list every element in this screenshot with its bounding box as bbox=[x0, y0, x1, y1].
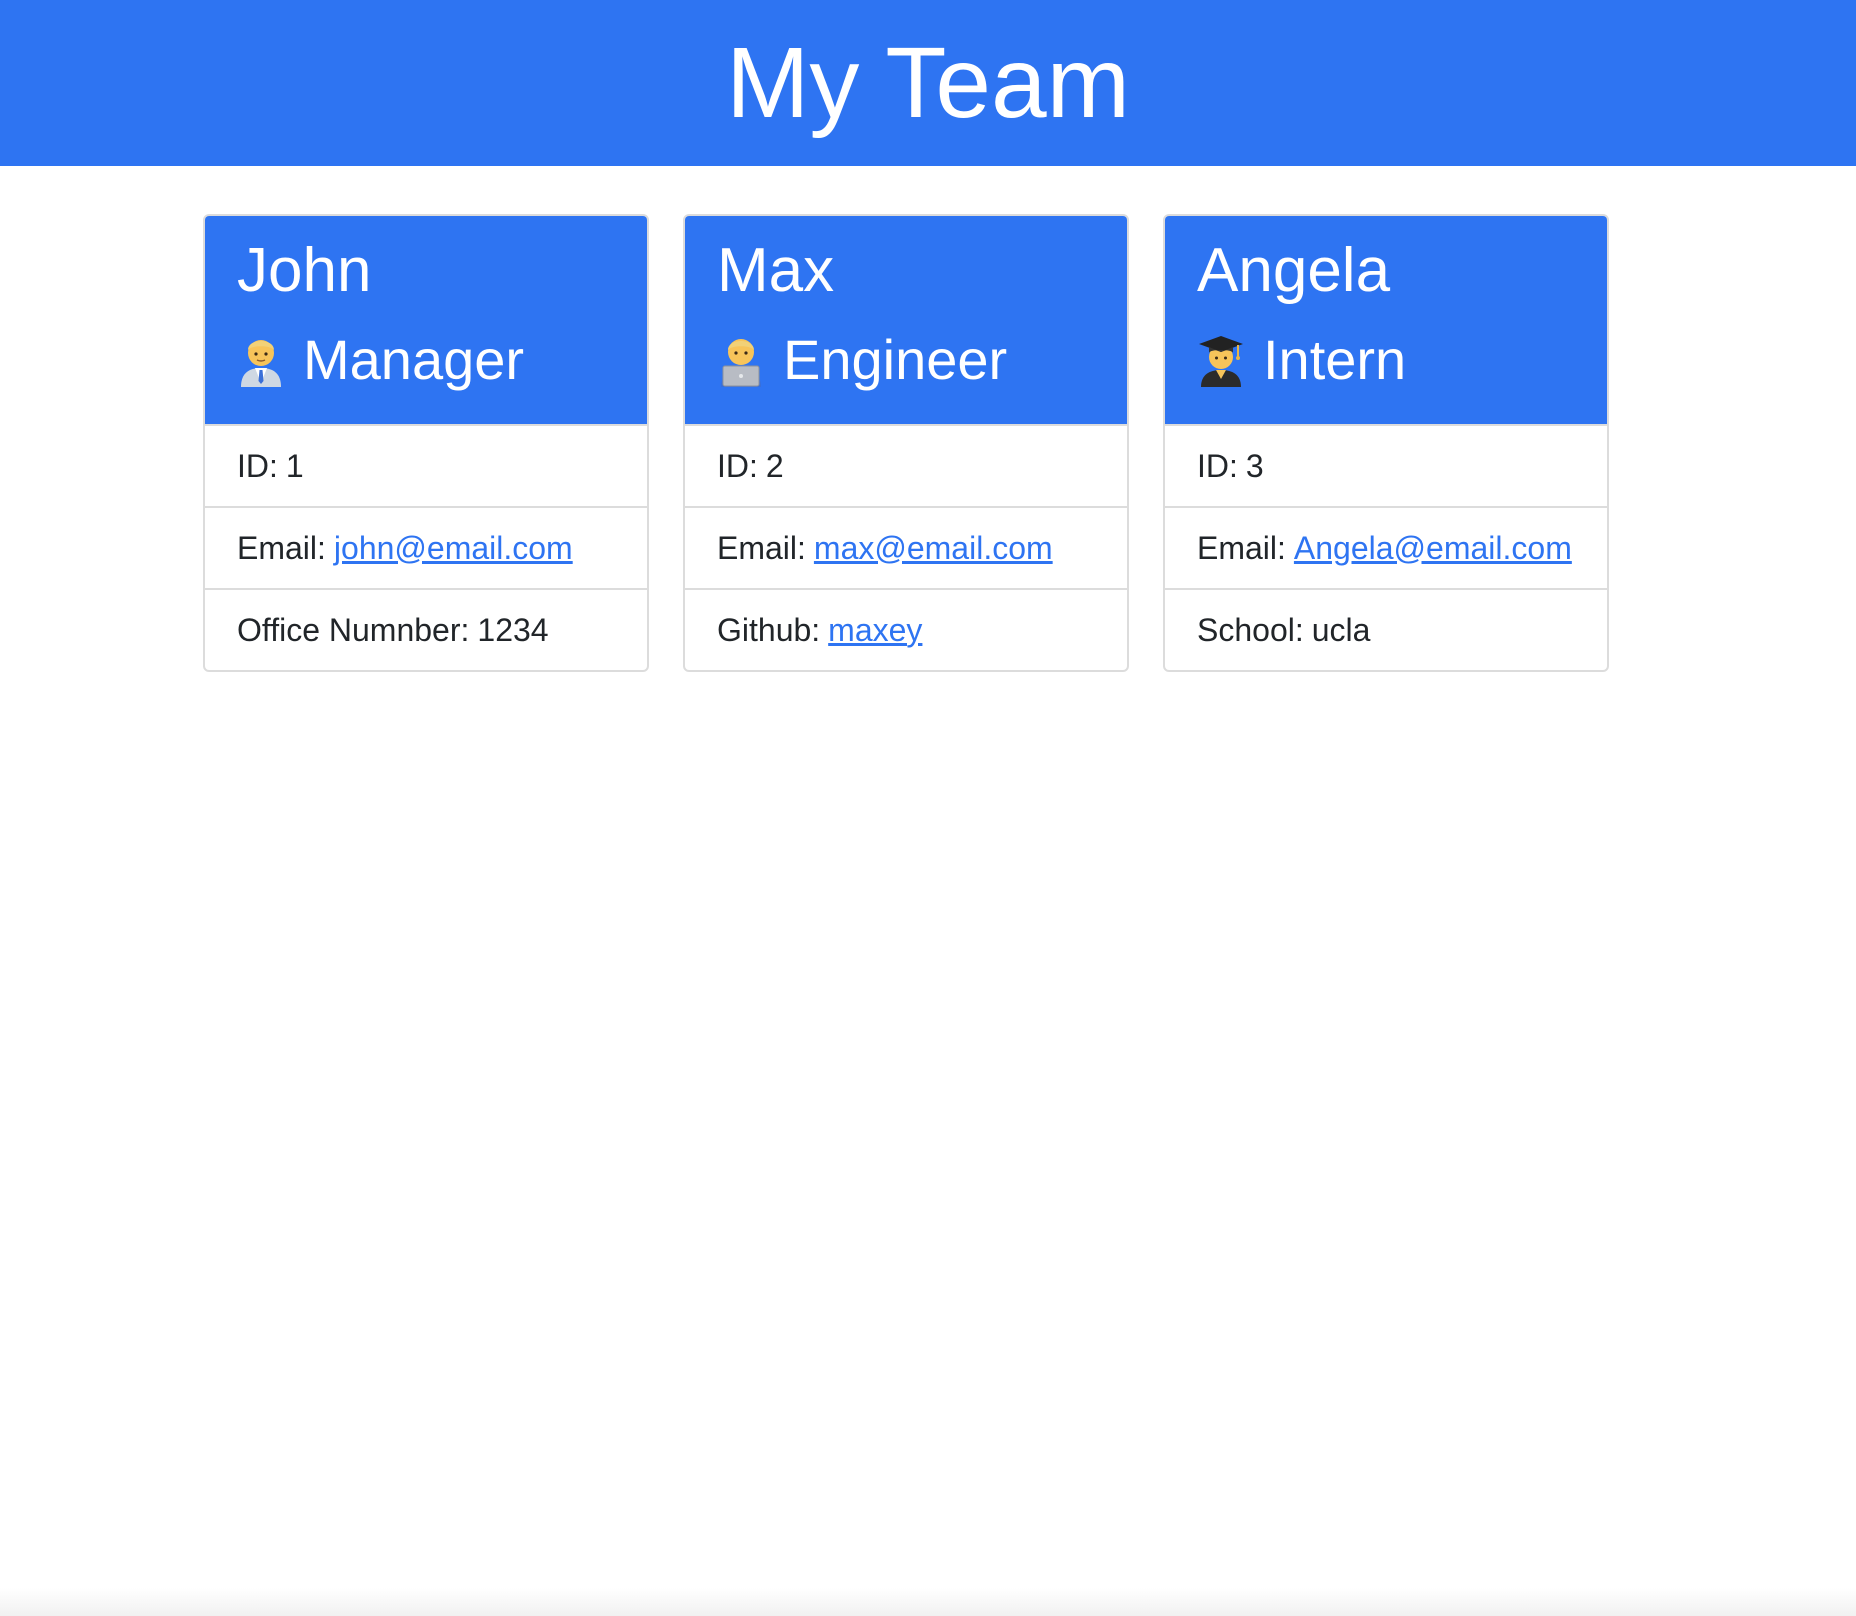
email-link[interactable]: john@email.com bbox=[334, 530, 573, 567]
page: My Team John Manager ID: 1 Email: john@e… bbox=[0, 0, 1856, 1616]
employee-card-intern: Angela Intern ID: 3 Email: Angela@email.… bbox=[1163, 214, 1609, 672]
office-number-value: 1234 bbox=[477, 611, 549, 648]
role-label: Engineer bbox=[783, 328, 1008, 391]
email-label: Email: bbox=[1197, 529, 1286, 566]
id-value: 3 bbox=[1245, 447, 1264, 484]
id-label: ID: bbox=[717, 447, 758, 484]
id-row: ID: 2 bbox=[685, 424, 1127, 506]
employee-name: Angela bbox=[1197, 236, 1391, 305]
manager-icon bbox=[237, 333, 285, 387]
engineer-icon bbox=[717, 333, 765, 387]
role-label: Intern bbox=[1263, 328, 1407, 391]
email-row: Email: john@email.com bbox=[205, 506, 647, 588]
office-number-label: Office Numnber: bbox=[237, 611, 470, 648]
team-cards: John Manager ID: 1 Email: john@email.com… bbox=[203, 214, 1611, 672]
bottom-fade bbox=[0, 1588, 1856, 1616]
employee-card-engineer: Max Engineer ID: 2 Email: max@email.com … bbox=[683, 214, 1129, 672]
card-header: Angela Intern bbox=[1165, 216, 1607, 424]
github-row: Github: maxey bbox=[685, 588, 1127, 670]
id-value: 1 bbox=[285, 447, 304, 484]
school-label: School: bbox=[1197, 611, 1304, 648]
page-header: My Team bbox=[0, 0, 1856, 166]
employee-role: Manager bbox=[237, 326, 615, 394]
office-number-row: Office Numnber: 1234 bbox=[205, 588, 647, 670]
employee-name: Max bbox=[717, 236, 835, 305]
school-value: ucla bbox=[1311, 611, 1371, 648]
email-row: Email: Angela@email.com bbox=[1165, 506, 1607, 588]
id-label: ID: bbox=[1197, 447, 1238, 484]
id-label: ID: bbox=[237, 447, 278, 484]
graduate-icon bbox=[1197, 333, 1245, 387]
email-link[interactable]: Angela@email.com bbox=[1294, 530, 1572, 567]
employee-card-manager: John Manager ID: 1 Email: john@email.com… bbox=[203, 214, 649, 672]
role-label: Manager bbox=[303, 328, 525, 391]
id-value: 2 bbox=[765, 447, 784, 484]
github-label: Github: bbox=[717, 611, 821, 648]
card-header: John Manager bbox=[205, 216, 647, 424]
id-row: ID: 1 bbox=[205, 424, 647, 506]
id-row: ID: 3 bbox=[1165, 424, 1607, 506]
email-label: Email: bbox=[717, 529, 806, 566]
employee-role: Engineer bbox=[717, 326, 1095, 394]
school-row: School: ucla bbox=[1165, 588, 1607, 670]
employee-role: Intern bbox=[1197, 326, 1575, 394]
email-label: Email: bbox=[237, 529, 326, 566]
employee-name: John bbox=[237, 236, 372, 305]
page-title: My Team bbox=[726, 27, 1130, 139]
card-header: Max Engineer bbox=[685, 216, 1127, 424]
email-row: Email: max@email.com bbox=[685, 506, 1127, 588]
github-link[interactable]: maxey bbox=[828, 612, 922, 649]
email-link[interactable]: max@email.com bbox=[814, 530, 1053, 567]
